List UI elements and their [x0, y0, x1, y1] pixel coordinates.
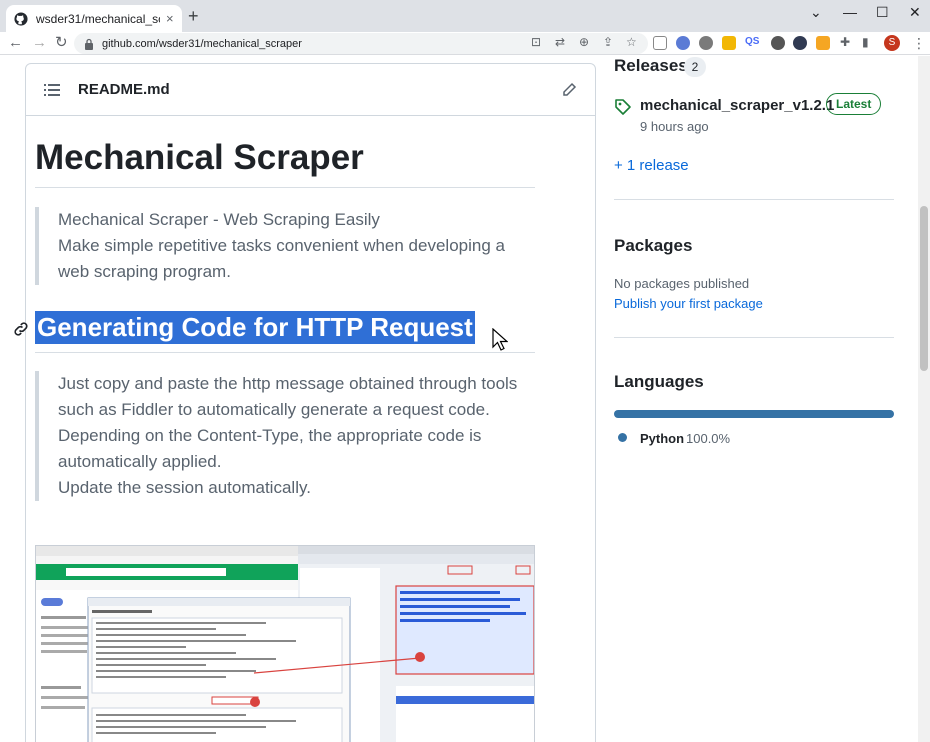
more-releases-link[interactable]: + 1 release	[614, 157, 689, 174]
quote-line: Just copy and paste the http message obt…	[58, 374, 518, 419]
releases-heading[interactable]: Releases	[614, 56, 688, 76]
readme-header: README.md	[26, 64, 595, 116]
extension-blue-icon[interactable]	[676, 36, 690, 50]
readme-heading-1: Mechanical Scraper	[35, 138, 364, 177]
outline-list-icon[interactable]	[44, 84, 60, 96]
heading-2-text: Generating Code for HTTP Request	[35, 311, 475, 344]
extension-orange-icon[interactable]	[816, 36, 830, 50]
quote-line: Update the session automatically.	[58, 478, 311, 497]
github-icon	[14, 11, 28, 26]
screenshot-graphic	[36, 546, 534, 742]
sidebar-divider	[614, 337, 894, 338]
new-tab-button[interactable]: +	[188, 7, 199, 25]
releases-count-badge: 2	[684, 57, 706, 77]
page: README.md Mechanical Scraper Mechanical …	[0, 56, 930, 742]
tag-icon	[615, 99, 631, 115]
extension-dark-icon[interactable]	[771, 36, 785, 50]
latest-badge: Latest	[826, 93, 882, 115]
lock-icon	[85, 38, 93, 50]
sidebar-divider	[614, 199, 894, 200]
url-text: github.com/wsder31/mechanical_scraper	[102, 37, 302, 50]
tab-strip: wsder31/mechanical_scraper: Me × + ⌄ — ☐…	[0, 0, 930, 32]
anchor-link-icon[interactable]	[12, 320, 30, 338]
languages-heading: Languages	[614, 372, 704, 391]
readme-blockquote-1: Mechanical Scraper - Web Scraping Easily…	[35, 207, 520, 285]
language-name[interactable]: Python	[640, 431, 684, 446]
heading-divider	[35, 187, 535, 188]
maximize-button[interactable]: ☐	[876, 4, 889, 21]
readme-heading-2: Generating Code for HTTP Request	[12, 308, 542, 348]
zoom-icon[interactable]: ⊕	[579, 35, 589, 49]
quote-line: Mechanical Scraper - Web Scraping Easily	[58, 210, 380, 229]
heading-divider	[35, 352, 535, 353]
browser-toolbar: ← → ↻ github.com/wsder31/mechanical_scra…	[0, 32, 930, 55]
scrollbar-thumb[interactable]	[920, 206, 928, 371]
release-time: 9 hours ago	[640, 119, 709, 134]
edit-pencil-icon[interactable]	[561, 82, 577, 98]
quote-line: Depending on the Content-Type, the appro…	[58, 426, 482, 471]
install-app-icon[interactable]: ⊡	[531, 35, 541, 49]
language-percent: 100.0%	[686, 431, 731, 446]
back-button[interactable]: ←	[8, 34, 23, 52]
extension-gray-icon[interactable]	[699, 36, 713, 50]
translate-icon[interactable]: ⇄	[555, 35, 565, 49]
profile-avatar[interactable]: S	[884, 35, 900, 51]
reload-button[interactable]: ↻	[55, 34, 68, 52]
tab-search-icon[interactable]: ⌄	[810, 4, 822, 21]
mouse-cursor-icon	[492, 328, 508, 351]
extension-qs-icon[interactable]: QS	[745, 35, 759, 49]
tab-close-icon[interactable]: ×	[166, 11, 174, 26]
bookmark-star-icon[interactable]: ☆	[626, 35, 637, 49]
share-icon[interactable]: ⇪	[603, 35, 613, 49]
language-bar	[614, 410, 894, 418]
readme-screenshot-image[interactable]	[35, 545, 535, 742]
readme-blockquote-2: Just copy and paste the http message obt…	[35, 371, 520, 501]
publish-package-link[interactable]: Publish your first package	[614, 296, 763, 311]
quote-line: Make simple repetitive tasks convenient …	[58, 236, 505, 281]
forward-button[interactable]: →	[32, 34, 47, 52]
browser-menu-icon[interactable]: ⋮	[912, 35, 926, 52]
browser-tab[interactable]: wsder31/mechanical_scraper: Me ×	[6, 5, 182, 32]
extension-yellow-icon[interactable]	[722, 36, 736, 50]
extension-navy-icon[interactable]	[793, 36, 807, 50]
page-scrollbar[interactable]	[918, 56, 930, 742]
readme-filename[interactable]: README.md	[78, 81, 170, 98]
packages-heading[interactable]: Packages	[614, 236, 692, 256]
tab-title: wsder31/mechanical_scraper: Me	[36, 11, 160, 26]
close-window-button[interactable]: ✕	[909, 4, 921, 21]
side-panel-icon[interactable]: ▮	[862, 35, 869, 49]
language-color-dot	[618, 433, 627, 442]
latest-release-link[interactable]: mechanical_scraper_v1.2.1	[640, 97, 834, 114]
recycle-extension-icon[interactable]	[653, 36, 667, 50]
extensions-puzzle-icon[interactable]: ✚	[840, 35, 850, 49]
minimize-button[interactable]: —	[843, 4, 857, 20]
no-packages-text: No packages published	[614, 276, 750, 291]
